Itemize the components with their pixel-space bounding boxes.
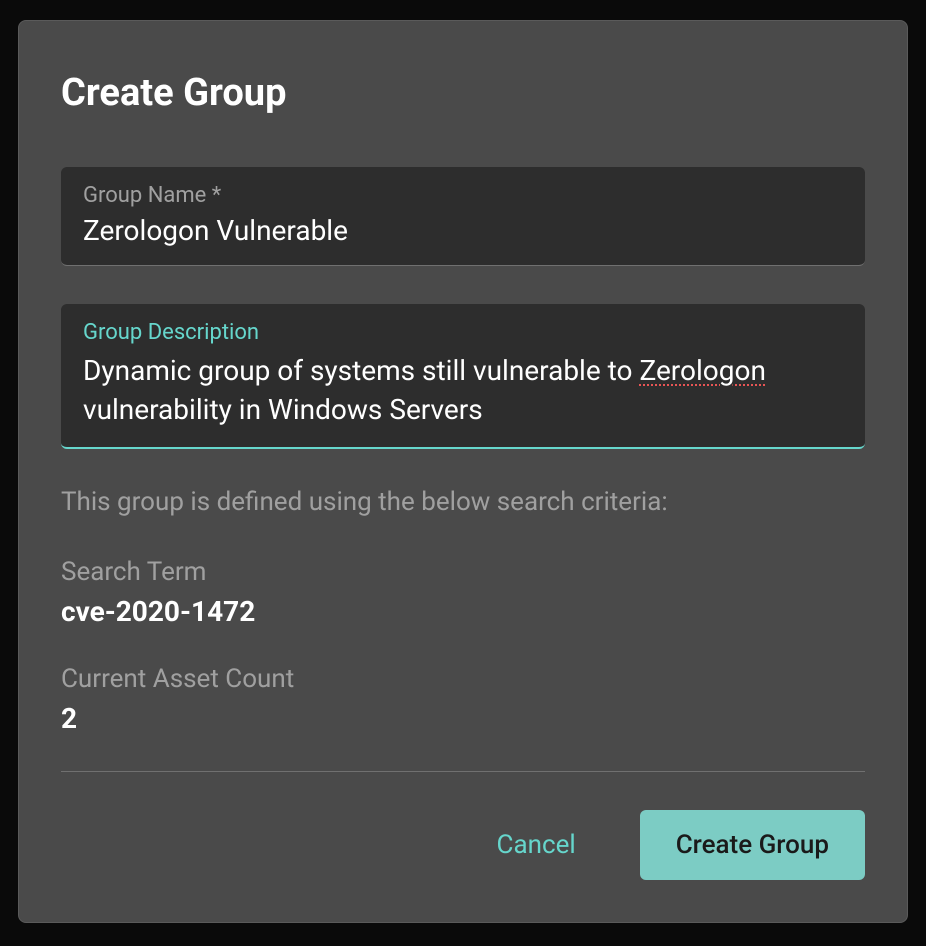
- group-name-label: Group Name *: [83, 183, 843, 208]
- group-description-field-container[interactable]: Group Description Dynamic group of syste…: [61, 304, 865, 449]
- group-description-label: Group Description: [83, 320, 843, 345]
- search-term-value: cve-2020-1472: [61, 595, 865, 628]
- asset-count-value: 2: [61, 702, 865, 735]
- create-group-button[interactable]: Create Group: [640, 810, 865, 880]
- button-row: Cancel Create Group: [61, 810, 865, 880]
- search-term-section: Search Term cve-2020-1472: [61, 557, 865, 628]
- group-name-input[interactable]: [83, 214, 843, 247]
- modal-title: Create Group: [61, 71, 865, 115]
- asset-count-label: Current Asset Count: [61, 664, 865, 694]
- search-term-label: Search Term: [61, 557, 865, 587]
- group-description-input[interactable]: Dynamic group of systems still vulnerabl…: [83, 351, 843, 429]
- create-group-modal: Create Group Group Name * Group Descript…: [18, 20, 908, 923]
- spellcheck-underline: Zerologon: [639, 354, 765, 387]
- asset-count-section: Current Asset Count 2: [61, 664, 865, 735]
- criteria-description: This group is defined using the below se…: [61, 487, 865, 517]
- divider: [61, 771, 865, 772]
- group-name-field-container[interactable]: Group Name *: [61, 167, 865, 266]
- cancel-button[interactable]: Cancel: [481, 818, 592, 872]
